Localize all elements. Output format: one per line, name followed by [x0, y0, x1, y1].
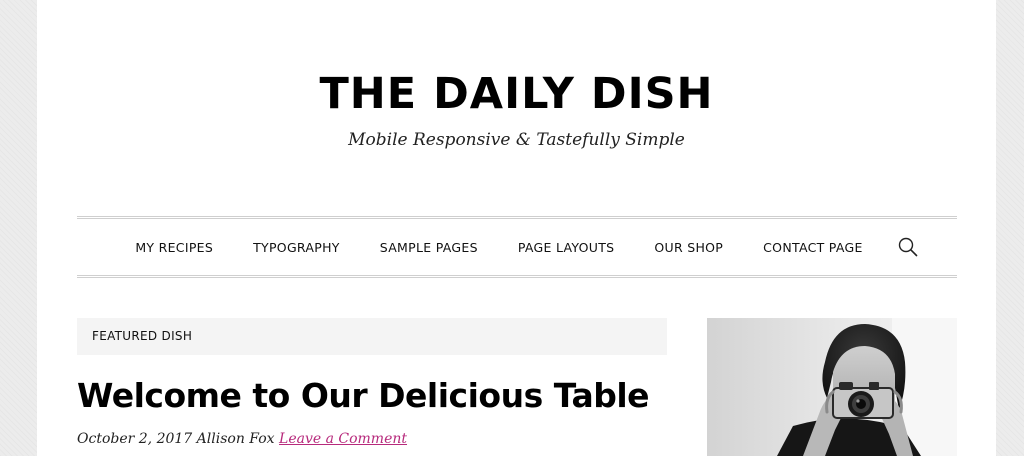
nav-menu: MY RECIPES TYPOGRAPHY SAMPLE PAGES PAGE … [77, 219, 957, 275]
nav-item-contact-page[interactable]: CONTACT PAGE [743, 240, 883, 255]
site-header: THE DAILY DISH Mobile Responsive & Taste… [37, 0, 996, 215]
nav-item-typography[interactable]: TYPOGRAPHY [233, 240, 360, 255]
site-title[interactable]: THE DAILY DISH [37, 68, 996, 120]
nav-item-our-shop[interactable]: OUR SHOP [634, 240, 743, 255]
post-title[interactable]: Welcome to Our Delicious Table [77, 372, 677, 420]
search-button[interactable] [897, 236, 919, 258]
featured-dish-heading: FEATURED DISH [77, 318, 667, 355]
sidebar-photo-woman-with-camera [707, 318, 957, 456]
nav-item-page-layouts[interactable]: PAGE LAYOUTS [498, 240, 635, 255]
primary-navigation: MY RECIPES TYPOGRAPHY SAMPLE PAGES PAGE … [77, 216, 957, 278]
post-meta: October 2, 2017 Allison Fox Leave a Comm… [77, 428, 677, 450]
nav-item-sample-pages[interactable]: SAMPLE PAGES [360, 240, 498, 255]
nav-item-my-recipes[interactable]: MY RECIPES [115, 240, 233, 255]
page-container: THE DAILY DISH Mobile Responsive & Taste… [37, 0, 996, 456]
search-icon [898, 237, 917, 257]
post-author[interactable]: Allison Fox [197, 431, 275, 447]
post-date: October 2, 2017 [77, 431, 193, 447]
site-tagline: Mobile Responsive & Tastefully Simple [348, 130, 685, 150]
photo-image [707, 318, 957, 456]
leave-comment-link[interactable]: Leave a Comment [279, 431, 407, 447]
